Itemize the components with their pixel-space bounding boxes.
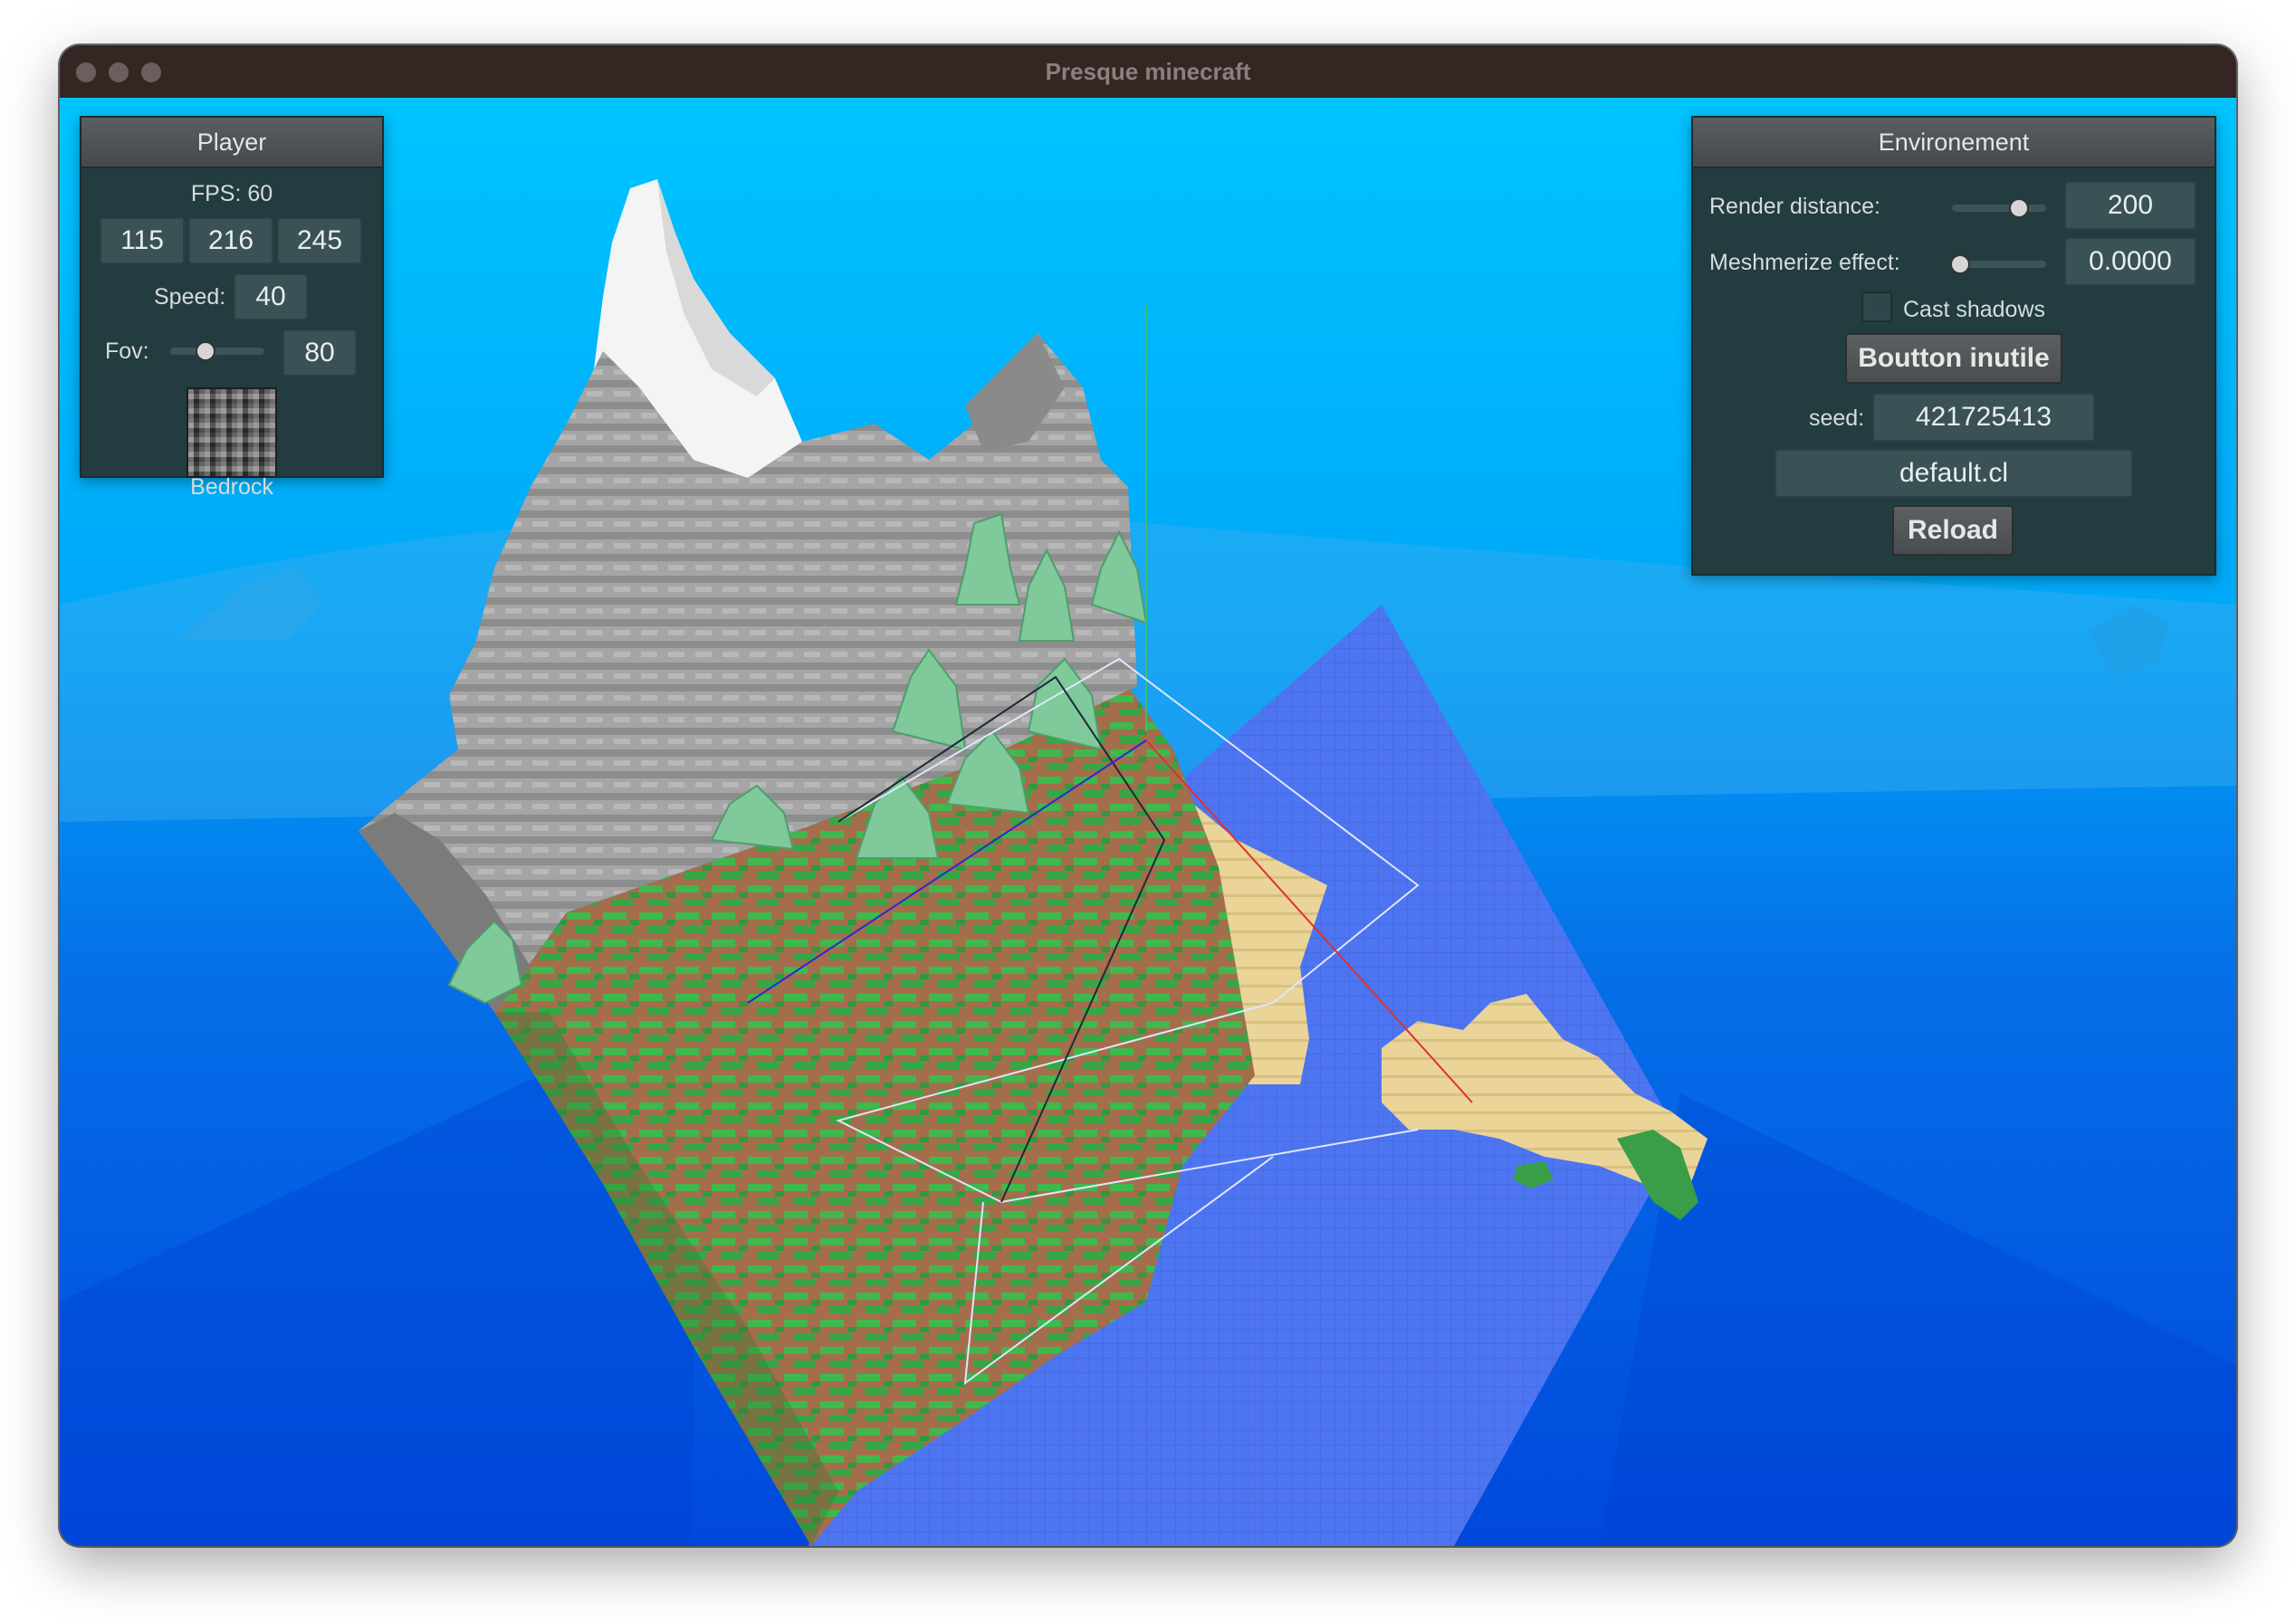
cast-shadows-checkbox[interactable] bbox=[1861, 291, 1892, 322]
position-x-field[interactable]: 115 bbox=[100, 217, 185, 264]
meshmerize-field[interactable]: 0.0000 bbox=[2064, 237, 2196, 286]
file-field[interactable]: default.cl bbox=[1775, 449, 2133, 498]
render-distance-label: Render distance: bbox=[1709, 194, 1881, 219]
3d-viewport[interactable]: Player FPS: 60 115 216 245 Speed: 40 Fov… bbox=[60, 98, 2236, 1546]
speed-field[interactable]: 40 bbox=[234, 273, 308, 320]
cast-shadows-label: Cast shadows bbox=[1903, 297, 2046, 322]
position-z-field[interactable]: 245 bbox=[277, 217, 362, 264]
fov-label: Fov: bbox=[105, 339, 149, 364]
fov-field[interactable]: 80 bbox=[282, 329, 357, 377]
meshmerize-label: Meshmerize effect: bbox=[1709, 250, 1900, 275]
useless-button[interactable]: Boutton inutile bbox=[1845, 333, 2062, 384]
player-panel-title[interactable]: Player bbox=[81, 118, 382, 168]
environment-panel: Environement Render distance: 200 Meshme… bbox=[1691, 116, 2216, 576]
selected-block-icon[interactable] bbox=[187, 387, 277, 478]
fov-slider[interactable] bbox=[170, 348, 264, 355]
seed-field[interactable]: 421725413 bbox=[1872, 393, 2095, 442]
seed-label: seed: bbox=[1809, 406, 1865, 431]
reload-button[interactable]: Reload bbox=[1892, 505, 2014, 556]
player-panel: Player FPS: 60 115 216 245 Speed: 40 Fov… bbox=[80, 116, 384, 500]
app-window: Presque minecraft Player FPS: 60 115 216… bbox=[60, 45, 2236, 1546]
environment-panel-title[interactable]: Environement bbox=[1693, 118, 2215, 168]
render-distance-field[interactable]: 200 bbox=[2064, 181, 2196, 230]
speed-label: Speed: bbox=[154, 284, 226, 310]
meshmerize-slider-handle[interactable] bbox=[1950, 254, 1970, 274]
fov-slider-handle[interactable] bbox=[196, 341, 216, 361]
window-title: Presque minecraft bbox=[1045, 58, 1251, 85]
fps-readout: FPS: 60 bbox=[190, 181, 273, 206]
render-distance-slider[interactable] bbox=[1952, 205, 2046, 212]
title-bar[interactable]: Presque minecraft bbox=[60, 45, 2236, 100]
position-y-field[interactable]: 216 bbox=[188, 217, 273, 264]
render-distance-slider-handle[interactable] bbox=[2008, 198, 2029, 218]
selected-block-label: Bedrock bbox=[190, 474, 273, 500]
